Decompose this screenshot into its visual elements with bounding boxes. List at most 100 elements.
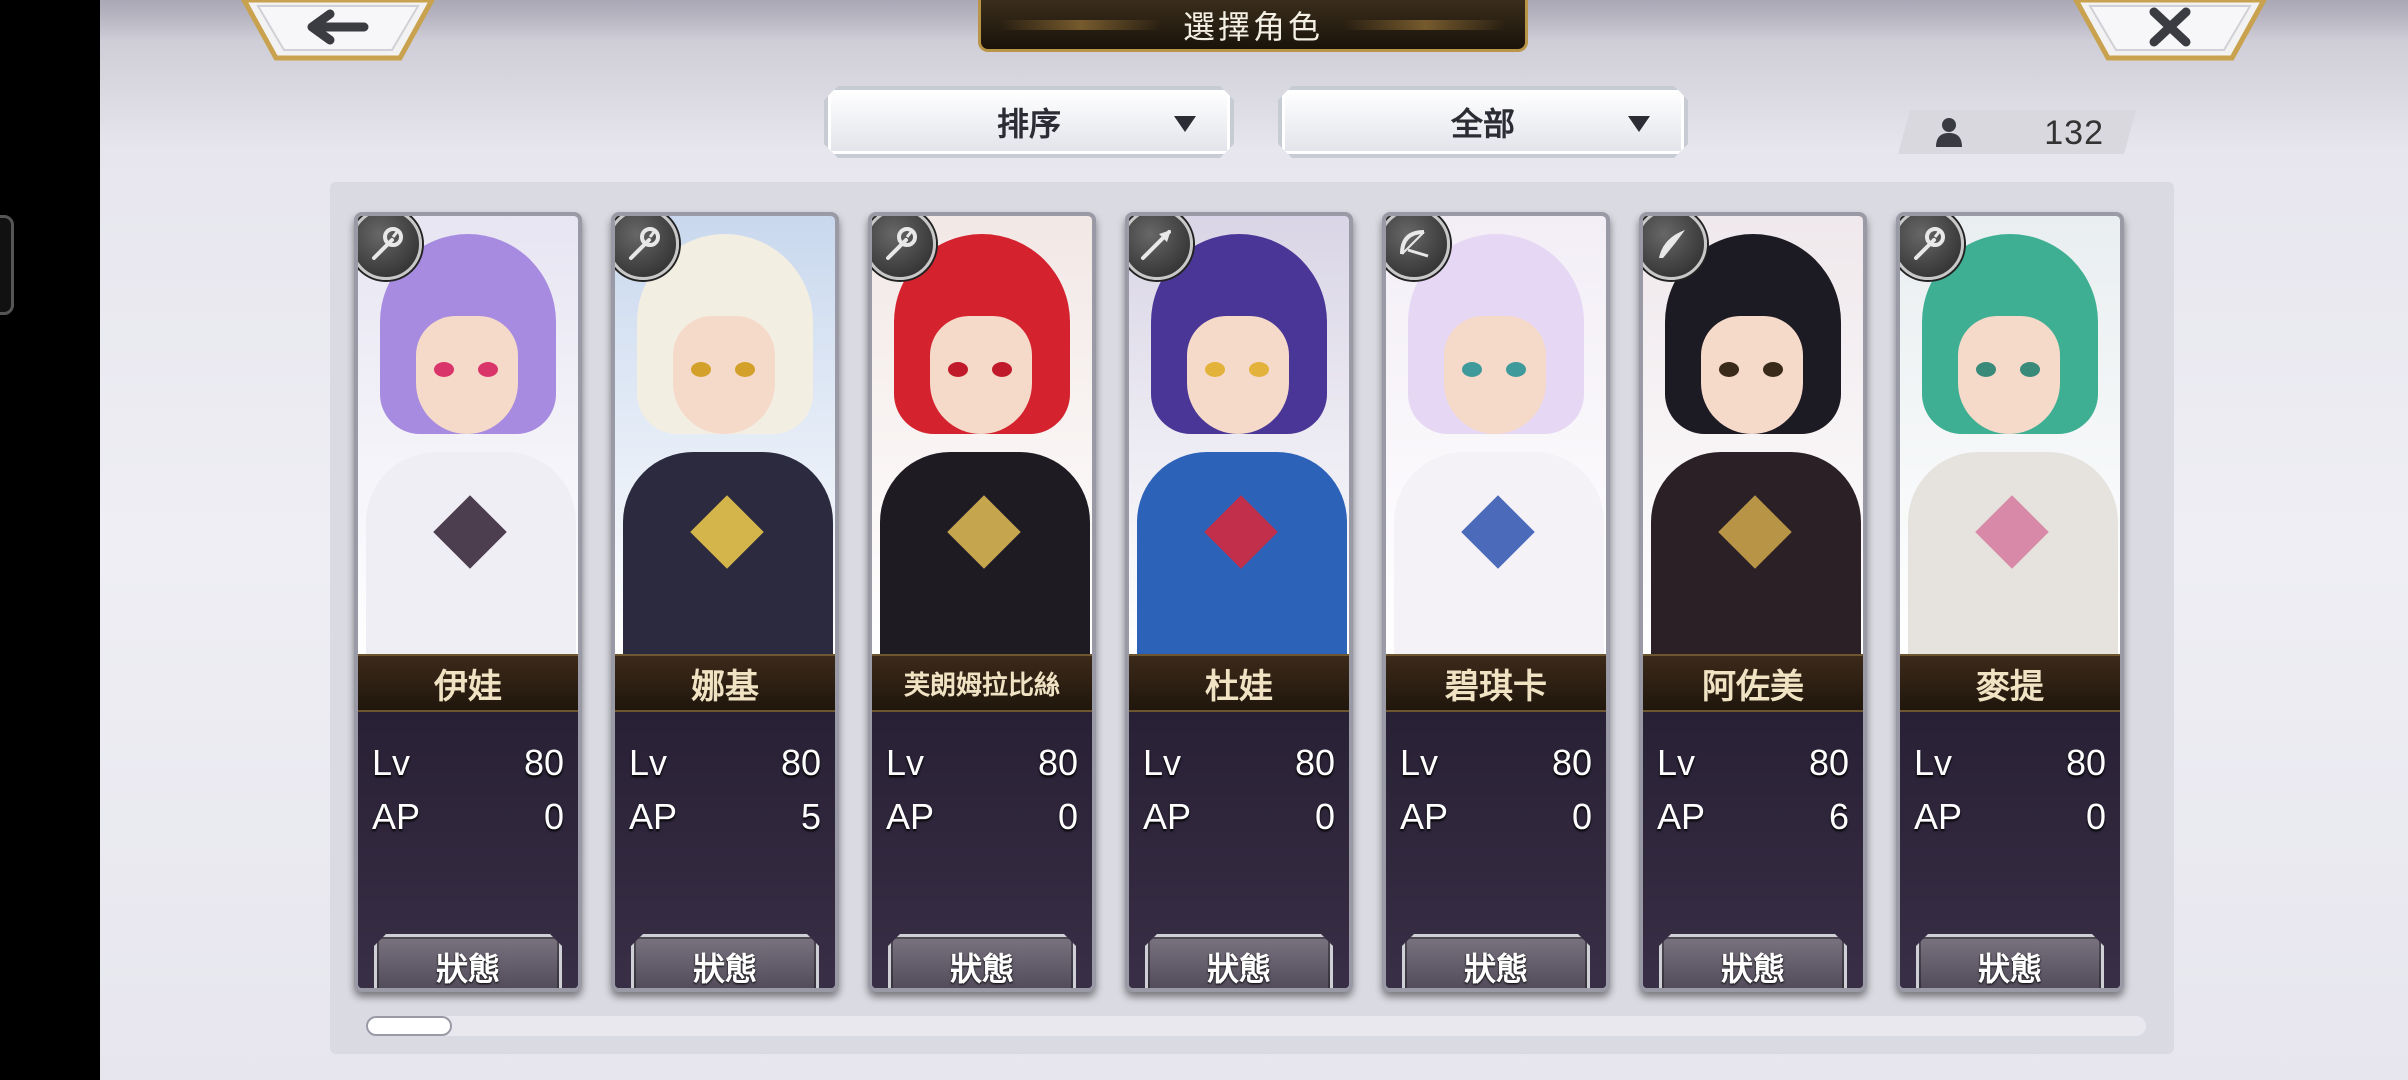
- ap-value: 0: [1057, 796, 1078, 837]
- level-row: Lv 80: [1657, 742, 1849, 786]
- status-button[interactable]: 狀態: [1145, 934, 1333, 992]
- portrait-eye: [1249, 362, 1269, 377]
- portrait-eye: [478, 362, 498, 377]
- ap-row: AP 0: [1400, 796, 1592, 840]
- portrait-face: [416, 316, 518, 434]
- level-label: Lv: [1657, 742, 1696, 783]
- character-stats: Lv 80 AP 0 狀態: [1900, 712, 2120, 992]
- ap-row: AP 0: [1914, 796, 2106, 840]
- ap-row: AP 6: [1657, 796, 1849, 840]
- level-row: Lv 80: [1143, 742, 1335, 786]
- ap-value: 6: [1828, 796, 1849, 837]
- character-select-screen: 選擇角色 排序 全部 132 伊娃 Lv 80 AP 0 狀態 娜基 Lv 80 AP 5 狀態 芙朗姆…: [100, 0, 2408, 1080]
- portrait-eye: [434, 362, 454, 377]
- status-button-label: 狀態: [692, 950, 757, 988]
- chevron-down-icon: [1174, 116, 1196, 132]
- character-name: 杜娃: [1205, 666, 1273, 707]
- character-stats: Lv 80 AP 6 狀態: [1643, 712, 1863, 992]
- close-button[interactable]: [2072, 0, 2268, 64]
- ap-value: 0: [1571, 796, 1592, 837]
- character-card[interactable]: 杜娃 Lv 80 AP 0 狀態: [1125, 212, 1353, 992]
- character-card[interactable]: 娜基 Lv 80 AP 5 狀態: [611, 212, 839, 992]
- portrait-eye: [1205, 362, 1225, 377]
- level-row: Lv 80: [629, 742, 821, 786]
- character-portrait: [1900, 216, 2120, 654]
- character-stats: Lv 80 AP 0 狀態: [358, 712, 578, 992]
- portrait-eye: [1976, 362, 1996, 377]
- scrollbar-thumb[interactable]: [366, 1016, 452, 1036]
- portrait-eye: [1462, 362, 1482, 377]
- portrait-eye: [992, 362, 1012, 377]
- character-name: 碧琪卡: [1445, 666, 1547, 707]
- level-value: 80: [1808, 742, 1849, 783]
- character-name-bar: 麥提: [1900, 654, 2120, 712]
- portrait-face: [1958, 316, 2060, 434]
- character-card[interactable]: 伊娃 Lv 80 AP 0 狀態: [354, 212, 582, 992]
- portrait-eye: [1763, 362, 1783, 377]
- ap-label: AP: [1143, 796, 1192, 837]
- character-name-bar: 伊娃: [358, 654, 578, 712]
- back-arrow-icon: [241, 0, 435, 61]
- level-row: Lv 80: [1400, 742, 1592, 786]
- ap-label: AP: [372, 796, 421, 837]
- level-label: Lv: [886, 742, 925, 783]
- sort-dropdown[interactable]: 排序: [824, 86, 1234, 158]
- level-value: 80: [1037, 742, 1078, 783]
- level-value: 80: [1551, 742, 1592, 783]
- status-button-label: 狀態: [435, 950, 500, 988]
- character-card[interactable]: 阿佐美 Lv 80 AP 6 狀態: [1639, 212, 1867, 992]
- character-card[interactable]: 芙朗姆拉比絲 Lv 80 AP 0 狀態: [868, 212, 1096, 992]
- character-portrait: [615, 216, 835, 654]
- ap-label: AP: [1914, 796, 1963, 837]
- status-button[interactable]: 狀態: [374, 934, 562, 992]
- portrait-face: [930, 316, 1032, 434]
- status-button[interactable]: 狀態: [1402, 934, 1590, 992]
- character-card[interactable]: 麥提 Lv 80 AP 0 狀態: [1896, 212, 2124, 992]
- character-portrait: [1129, 216, 1349, 654]
- level-value: 80: [523, 742, 564, 783]
- title-banner: 選擇角色: [978, 0, 1528, 52]
- character-portrait: [1386, 216, 1606, 654]
- character-list-panel: 伊娃 Lv 80 AP 0 狀態 娜基 Lv 80 AP 5 狀態 芙朗姆拉比絲 Lv 80 AP 0 狀態 杜娃 L…: [330, 182, 2174, 1054]
- status-button[interactable]: 狀態: [1659, 934, 1847, 992]
- ap-row: AP 0: [1143, 796, 1335, 840]
- ap-row: AP 0: [886, 796, 1078, 840]
- chevron-down-icon: [1628, 116, 1650, 132]
- page-title: 選擇角色: [1182, 7, 1323, 46]
- character-card[interactable]: 碧琪卡 Lv 80 AP 0 狀態: [1382, 212, 1610, 992]
- character-name: 阿佐美: [1702, 666, 1804, 707]
- camera-notch: [0, 215, 14, 315]
- status-button[interactable]: 狀態: [888, 934, 1076, 992]
- character-name: 芙朗姆拉比絲: [903, 670, 1060, 701]
- portrait-face: [1701, 316, 1803, 434]
- level-label: Lv: [629, 742, 668, 783]
- filter-label: 全部: [1450, 105, 1515, 143]
- status-button-label: 狀態: [949, 950, 1014, 988]
- person-icon: [1934, 116, 1964, 148]
- level-row: Lv 80: [886, 742, 1078, 786]
- character-stats: Lv 80 AP 0 狀態: [1386, 712, 1606, 992]
- status-button-label: 狀態: [1206, 950, 1271, 988]
- character-stats: Lv 80 AP 5 狀態: [615, 712, 835, 992]
- level-value: 80: [2065, 742, 2106, 783]
- ap-label: AP: [1400, 796, 1449, 837]
- character-name-bar: 阿佐美: [1643, 654, 1863, 712]
- character-portrait: [1643, 216, 1863, 654]
- status-button-label: 狀態: [1463, 950, 1528, 988]
- status-button[interactable]: 狀態: [1916, 934, 2104, 992]
- horizontal-scrollbar[interactable]: [366, 1016, 2146, 1036]
- status-button-label: 狀態: [1720, 950, 1785, 988]
- portrait-face: [1444, 316, 1546, 434]
- character-name-bar: 杜娃: [1129, 654, 1349, 712]
- portrait-eye: [948, 362, 968, 377]
- character-name: 麥提: [1976, 666, 2044, 707]
- level-label: Lv: [1914, 742, 1953, 783]
- unit-count-badge: 132: [1898, 110, 2136, 154]
- filter-dropdown[interactable]: 全部: [1278, 86, 1688, 158]
- character-stats: Lv 80 AP 0 狀態: [1129, 712, 1349, 992]
- status-button[interactable]: 狀態: [631, 934, 819, 992]
- level-row: Lv 80: [1914, 742, 2106, 786]
- ap-value: 5: [800, 796, 821, 837]
- back-button[interactable]: [240, 0, 436, 64]
- character-name-bar: 娜基: [615, 654, 835, 712]
